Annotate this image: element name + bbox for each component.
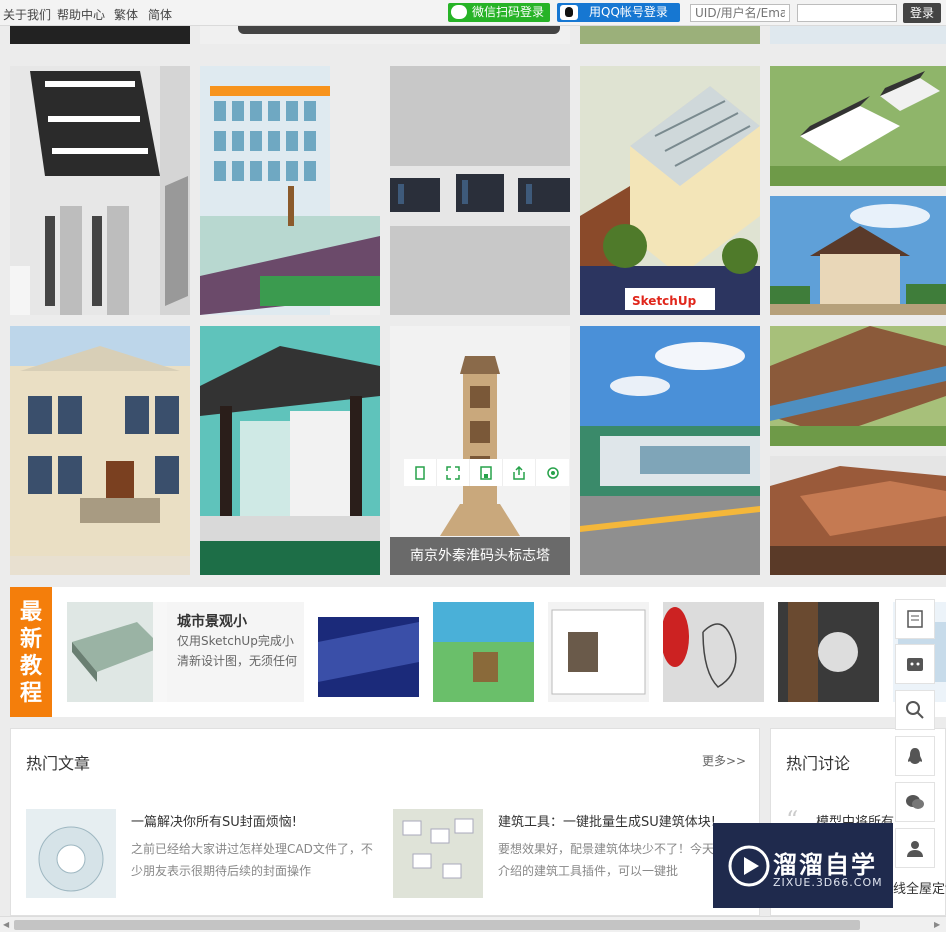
model-thumb-villa-aerial[interactable] bbox=[770, 66, 946, 186]
article-thumb[interactable] bbox=[26, 809, 116, 898]
scroll-left-arrow-icon[interactable]: ◀ bbox=[3, 920, 9, 929]
settings-icon[interactable] bbox=[536, 459, 569, 486]
tutorial-thumb[interactable] bbox=[548, 602, 649, 702]
horizontal-scrollbar[interactable]: ◀ ▶ bbox=[0, 916, 946, 932]
latest-tutorials-text: 最新教程 bbox=[19, 600, 42, 706]
link-help[interactable]: 帮助中心 bbox=[57, 6, 105, 23]
watermark-url: ZIXUE.3D66.COM bbox=[773, 876, 883, 889]
qq-login-label: 用QQ帐号登录 bbox=[589, 5, 668, 19]
wechat-contact-button[interactable] bbox=[895, 782, 935, 822]
scroll-right-arrow-icon[interactable]: ▶ bbox=[934, 920, 940, 929]
wechat-icon bbox=[906, 795, 924, 809]
model-thumb-building-facade[interactable] bbox=[200, 66, 380, 315]
model-thumb-pavilion[interactable] bbox=[200, 326, 380, 575]
link-about[interactable]: 关于我们 bbox=[3, 6, 51, 23]
watermark-title: 溜溜自学 bbox=[773, 851, 877, 879]
article-title[interactable]: 一篇解决你所有SU封面烦恼! bbox=[131, 811, 297, 830]
link-simplified[interactable]: 简体 bbox=[148, 6, 172, 23]
model-thumb-town-street[interactable] bbox=[770, 456, 946, 575]
login-button[interactable]: 登录 bbox=[903, 3, 941, 23]
hot-articles-title: 热门文章 bbox=[26, 754, 91, 773]
model-thumb-classic-villa[interactable] bbox=[10, 326, 190, 575]
article-desc: 之前已经给大家讲过怎样处理CAD文件了，不少朋友表示很期待后续的封面操作 bbox=[131, 842, 373, 878]
play-logo-icon bbox=[728, 845, 770, 887]
hot-discussions-title: 热门讨论 bbox=[786, 754, 851, 773]
document-icon bbox=[907, 610, 923, 628]
user-icon bbox=[907, 841, 923, 857]
article-desc: 要想效果好，配景建筑体块少不了！今天介绍的建筑工具插件，可以一键批 bbox=[498, 842, 715, 878]
tutorial-featured-title[interactable]: 城市景观小 bbox=[177, 611, 247, 631]
tutorial-thumb[interactable] bbox=[318, 602, 419, 702]
wechat-login-label: 微信扫码登录 bbox=[472, 5, 545, 19]
model-thumb-villa-front[interactable] bbox=[770, 196, 946, 315]
tutorial-featured-desc: 仅用SketchUp完成小清新设计图，无须任何 bbox=[177, 634, 298, 668]
save-icon[interactable] bbox=[470, 459, 503, 486]
scrollbar-thumb[interactable] bbox=[14, 920, 860, 930]
prev-row-thumb[interactable] bbox=[200, 26, 570, 44]
search-icon bbox=[906, 701, 924, 719]
share-icon[interactable] bbox=[503, 459, 536, 486]
latest-tutorials-label: 最新教程 bbox=[10, 587, 52, 717]
model-thumb-town-aerial[interactable] bbox=[770, 326, 946, 446]
tutorial-thumb[interactable] bbox=[778, 602, 879, 702]
prev-row-thumb[interactable] bbox=[770, 26, 946, 44]
wechat-login-button[interactable]: 微信扫码登录 bbox=[448, 3, 550, 22]
link-traditional[interactable]: 繁体 bbox=[114, 6, 138, 23]
feedback-button[interactable] bbox=[895, 599, 935, 639]
hot-articles-more-link[interactable]: 更多>> bbox=[702, 752, 746, 769]
top-bar: 关于我们 帮助中心 繁体 简体 微信扫码登录 用QQ帐号登录 登录 bbox=[0, 0, 946, 26]
model-thumb-gate[interactable] bbox=[580, 326, 760, 575]
qq-penguin-icon bbox=[908, 748, 922, 764]
wechat-icon bbox=[451, 5, 467, 19]
model-thumb-warehouse[interactable]: SketchUp bbox=[580, 66, 760, 315]
username-input[interactable] bbox=[690, 4, 790, 22]
user-center-button[interactable] bbox=[895, 828, 935, 868]
checkin-button[interactable] bbox=[895, 644, 935, 684]
tutorial-thumb[interactable] bbox=[433, 602, 534, 702]
fullscreen-icon[interactable] bbox=[437, 459, 470, 486]
svg-text:SketchUp: SketchUp bbox=[632, 294, 697, 308]
mobile-icon[interactable] bbox=[404, 459, 437, 486]
model-toolbar bbox=[404, 459, 569, 486]
site-watermark: 溜溜自学 ZIXUE.3D66.COM bbox=[713, 823, 893, 908]
prev-row-thumb[interactable] bbox=[580, 26, 760, 44]
model-thumb-server-room[interactable] bbox=[10, 66, 190, 315]
discussion-item[interactable]: 线全屋定制 bbox=[893, 878, 946, 897]
search-button[interactable] bbox=[895, 690, 935, 730]
tutorial-thumb[interactable] bbox=[663, 602, 764, 702]
qq-contact-button[interactable] bbox=[895, 736, 935, 776]
article-thumb[interactable] bbox=[393, 809, 483, 898]
article-title[interactable]: 建筑工具：一键批量生成SU建筑体块! bbox=[498, 811, 716, 830]
model-thumb-cabinets[interactable] bbox=[390, 66, 570, 315]
prev-row-thumb[interactable] bbox=[10, 26, 190, 44]
model-caption[interactable]: 南京外秦淮码头标志塔 bbox=[390, 537, 570, 575]
password-input[interactable] bbox=[797, 4, 897, 22]
calendar-icon bbox=[907, 658, 923, 671]
qq-icon bbox=[560, 5, 578, 20]
qq-login-button[interactable]: 用QQ帐号登录 bbox=[557, 3, 680, 22]
